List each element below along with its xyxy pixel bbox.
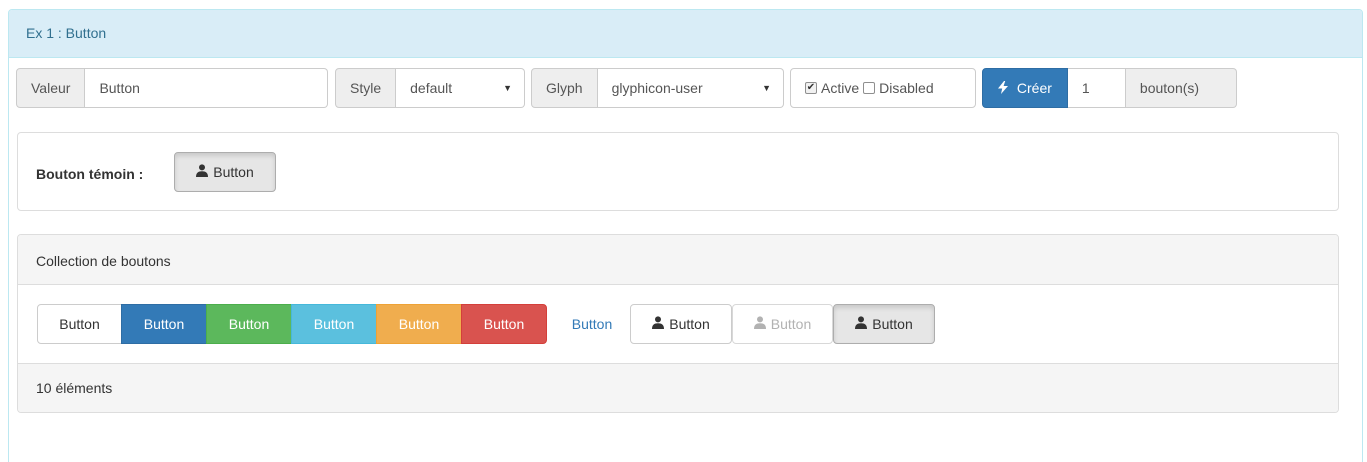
user-icon: [652, 316, 665, 332]
create-group: Créer 1 bouton(s): [982, 68, 1237, 108]
collection-button-user-disabled-label: Button: [770, 316, 812, 332]
active-checkbox[interactable]: ✔: [805, 82, 817, 94]
collection-body: Button Button Button Button Button Butto…: [18, 285, 1338, 363]
create-button[interactable]: Créer: [982, 68, 1068, 108]
valeur-group: Valeur Button: [16, 68, 328, 108]
collection-button-success[interactable]: Button: [206, 304, 292, 344]
style-group: Style default ▼: [335, 68, 525, 108]
lightning-icon: [998, 80, 1012, 96]
valeur-label: Valeur: [16, 68, 86, 108]
collection-button-user[interactable]: Button: [630, 304, 732, 344]
style-label: Style: [335, 68, 397, 108]
disabled-checkbox[interactable]: [863, 82, 876, 94]
count-suffix: bouton(s): [1125, 68, 1237, 108]
style-select-value: default: [410, 80, 453, 96]
collection-button-user-active-label: Button: [872, 316, 913, 332]
temoin-button-label: Button: [213, 164, 254, 180]
glyph-label: Glyph: [531, 68, 598, 108]
valeur-input[interactable]: Button: [85, 68, 328, 108]
user-icon: [855, 316, 868, 332]
collection-button-user-label: Button: [669, 316, 710, 332]
collection-button-link[interactable]: Button: [552, 304, 632, 344]
collection-button-user-active[interactable]: Button: [833, 304, 935, 344]
collection-button-info[interactable]: Button: [291, 304, 377, 344]
create-button-label: Créer: [1016, 80, 1052, 96]
collection-title: Collection de boutons: [18, 235, 1338, 285]
collection-panel: Collection de boutons Button Button Butt…: [17, 234, 1339, 413]
user-icon: [753, 316, 766, 332]
collection-button-default[interactable]: Button: [37, 304, 122, 344]
temoin-panel: Bouton témoin : Button: [17, 132, 1339, 211]
state-checkboxes: ✔ Active Disabled: [790, 68, 976, 108]
user-icon: [196, 164, 209, 180]
collection-count: 10 éléments: [18, 363, 1338, 412]
style-select[interactable]: default ▼: [396, 68, 525, 108]
glyph-select-value: glyphicon-user: [611, 80, 703, 96]
collection-button-user-disabled[interactable]: Button: [732, 304, 833, 344]
temoin-label: Bouton témoin :: [36, 166, 144, 182]
toolbar: Valeur Button Style default ▼ Glyph glyp…: [16, 68, 1256, 108]
glyph-select[interactable]: glyphicon-user ▼: [597, 68, 784, 108]
collection-button-primary[interactable]: Button: [121, 304, 207, 344]
count-input[interactable]: 1: [1067, 68, 1126, 108]
glyph-group: Glyph glyphicon-user ▼: [531, 68, 784, 108]
active-label: Active: [821, 80, 860, 96]
disabled-label: Disabled: [879, 80, 934, 96]
collection-button-warning[interactable]: Button: [376, 304, 462, 344]
temoin-button[interactable]: Button: [174, 152, 276, 192]
chevron-down-icon: ▼: [503, 83, 512, 93]
collection-button-danger[interactable]: Button: [461, 304, 547, 344]
panel-title: Ex 1 : Button: [9, 10, 1362, 58]
chevron-down-icon: ▼: [762, 83, 771, 93]
